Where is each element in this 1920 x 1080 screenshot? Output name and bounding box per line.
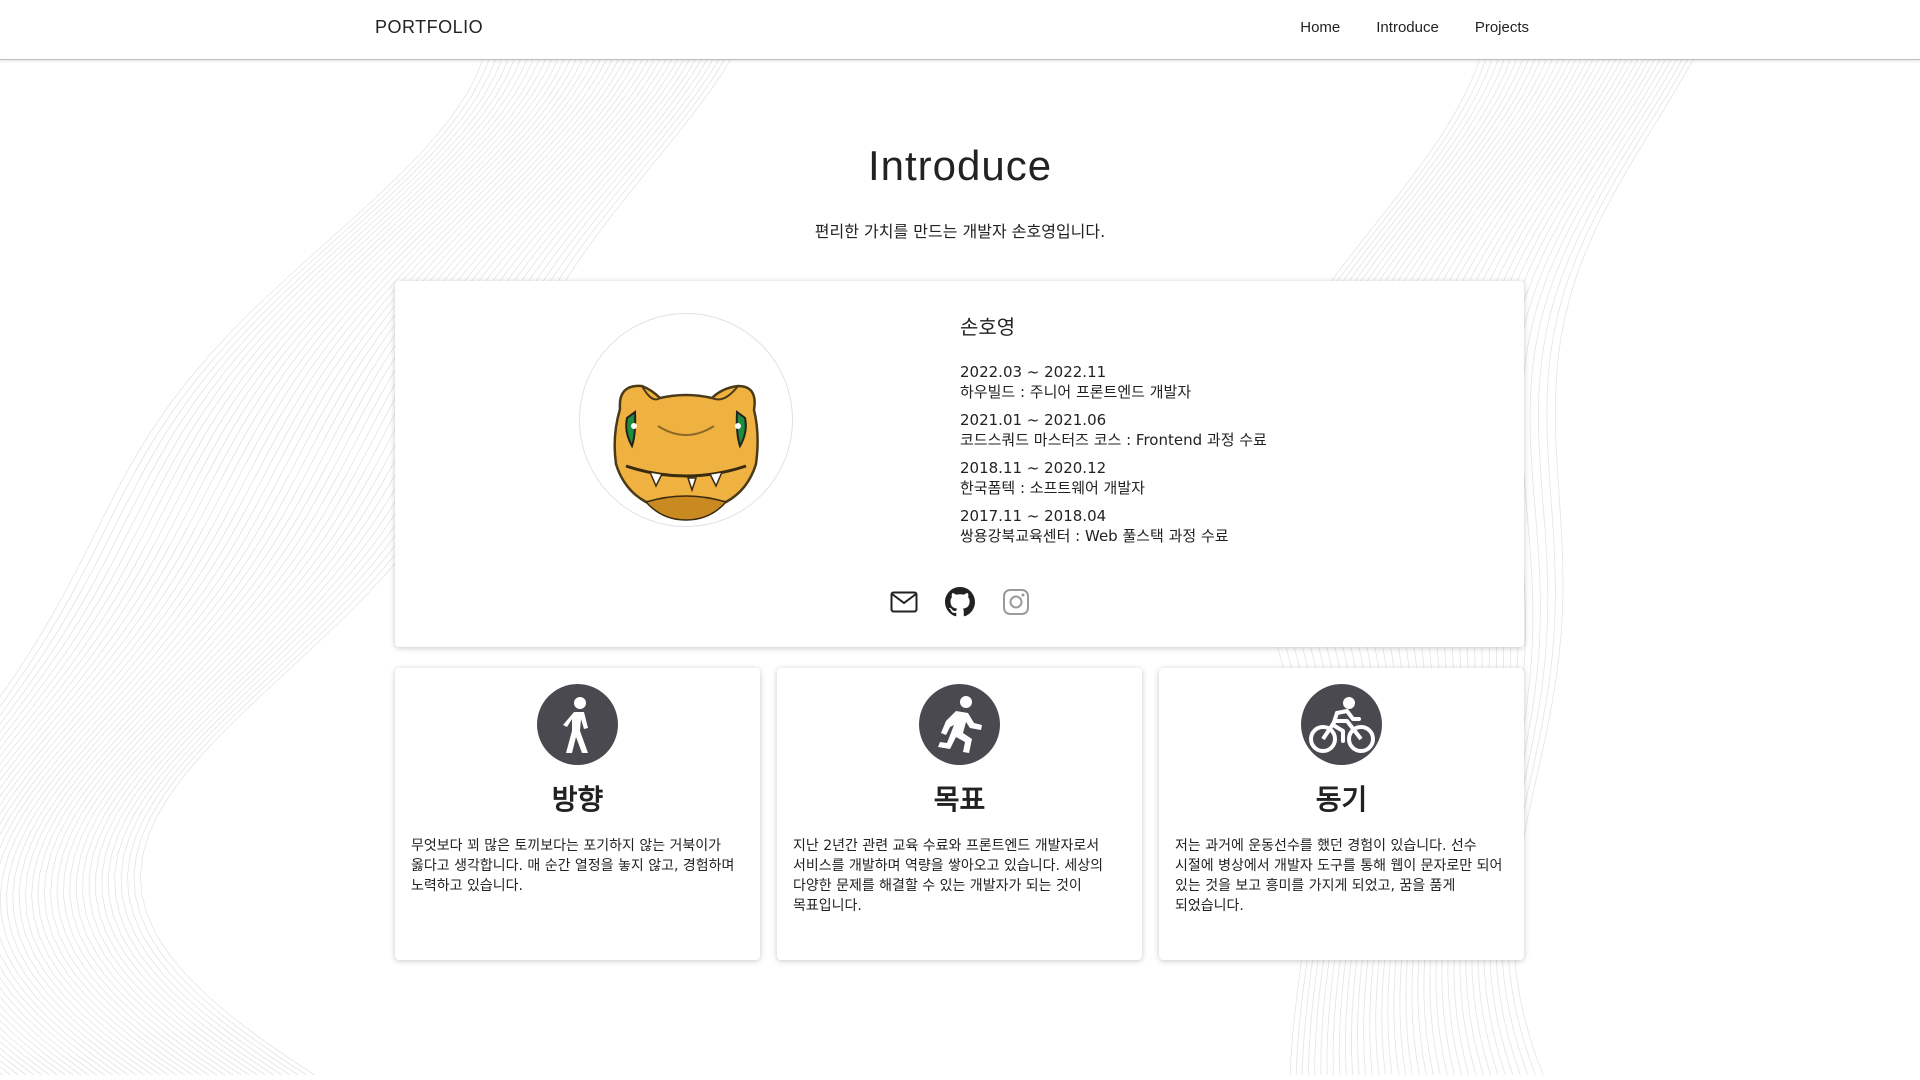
value-card-motivation: 동기 저는 과거에 운동선수를 했던 경험이 있습니다. 선수 시절에 병상에서… xyxy=(1159,668,1524,960)
page-subtitle: 편리한 가치를 만드는 개발자 손호영입니다. xyxy=(814,222,1106,241)
value-text: 저는 과거에 운동선수를 했던 경험이 있습니다. 선수 시절에 병상에서 개발… xyxy=(1175,838,1503,914)
running-person-icon xyxy=(919,684,1000,765)
value-title: 목표 xyxy=(933,783,986,816)
career-item: 2017.11 ~ 2018.04 쌍용강북교육센터 : Web 풀스택 과정 … xyxy=(960,507,1500,546)
agumon-avatar-icon xyxy=(613,384,759,521)
nav-links: Home Introduce Projects xyxy=(1300,19,1529,36)
value-title: 동기 xyxy=(1315,783,1368,816)
nav-link-introduce[interactable]: Introduce xyxy=(1376,19,1439,36)
brand-logo[interactable]: PORTFOLIO xyxy=(375,17,483,38)
github-icon[interactable] xyxy=(944,587,975,617)
value-text: 무엇보다 꾀 많은 토끼보다는 포기하지 않는 거북이가 옳다고 생각합니다. … xyxy=(411,838,735,894)
mail-icon[interactable] xyxy=(889,587,919,617)
wave-line xyxy=(1507,54,1691,1076)
social-links xyxy=(395,587,1524,617)
value-title: 방향 xyxy=(551,783,604,816)
value-text: 지난 2년간 관련 교육 수료와 프론트엔드 개발자로서 서비스를 개발하며 역… xyxy=(793,838,1104,914)
career-item: 2021.01 ~ 2021.06 코드스쿼드 마스터즈 코스 : Fronte… xyxy=(960,411,1500,450)
career-item: 2018.11 ~ 2020.12 한국폼텍 : 소프트웨어 개발자 xyxy=(960,459,1500,498)
instagram-icon[interactable] xyxy=(1001,587,1031,617)
nav-link-home[interactable]: Home xyxy=(1300,19,1340,36)
profile-name: 손호영 xyxy=(960,315,1016,339)
career-list: 2022.03 ~ 2022.11 하우빌드 : 주니어 프론트엔드 개발자 2… xyxy=(960,363,1500,555)
career-period: 2021.01 ~ 2021.06 xyxy=(960,411,1107,429)
walking-person-icon xyxy=(537,684,618,765)
career-period: 2022.03 ~ 2022.11 xyxy=(960,363,1107,381)
career-description: 하우빌드 : 주니어 프론트엔드 개발자 xyxy=(960,383,1192,401)
career-description: 쌍용강북교육센터 : Web 풀스택 과정 수료 xyxy=(960,527,1229,545)
career-description: 한국폼텍 : 소프트웨어 개발자 xyxy=(960,479,1145,497)
page-title: Introduce xyxy=(867,142,1053,189)
nav-link-projects[interactable]: Projects xyxy=(1475,19,1529,36)
career-period: 2017.11 ~ 2018.04 xyxy=(960,507,1107,525)
value-card-direction: 방향 무엇보다 꾀 많은 토끼보다는 포기하지 않는 거북이가 옳다고 생각합니… xyxy=(395,668,760,960)
wave-line xyxy=(1501,54,1685,1076)
avatar xyxy=(579,313,793,527)
wave-line xyxy=(1513,54,1696,1076)
value-card-goal: 목표 지난 2년간 관련 교육 수료와 프론트엔드 개발자로서 서비스를 개발하… xyxy=(777,668,1142,960)
top-navbar: PORTFOLIO Home Introduce Projects xyxy=(0,0,1920,60)
career-description: 코드스쿼드 마스터즈 코스 : Frontend 과정 수료 xyxy=(960,431,1267,449)
career-period: 2018.11 ~ 2020.12 xyxy=(960,459,1107,477)
career-item: 2022.03 ~ 2022.11 하우빌드 : 주니어 프론트엔드 개발자 xyxy=(960,363,1500,402)
cyclist-icon xyxy=(1301,684,1382,765)
profile-card: 손호영 2022.03 ~ 2022.11 하우빌드 : 주니어 프론트엔드 개… xyxy=(395,281,1524,647)
